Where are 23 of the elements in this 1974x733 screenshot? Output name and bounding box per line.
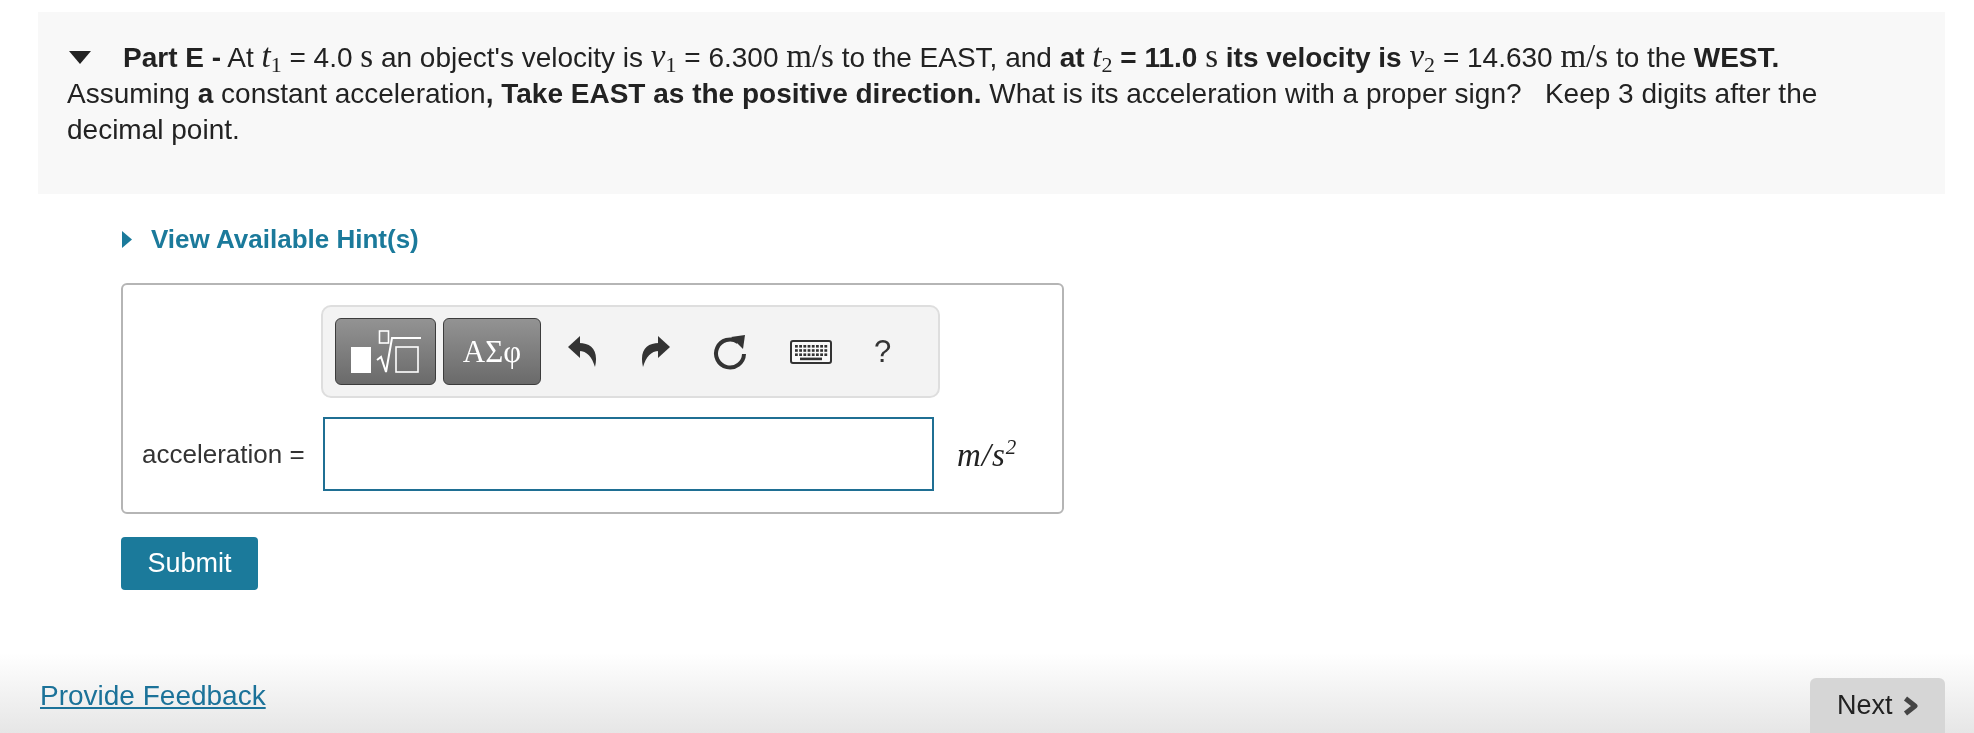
keyboard-button[interactable]	[790, 339, 832, 364]
hint-link[interactable]: View Available Hint(s)	[151, 224, 419, 254]
root-template-icon	[350, 329, 421, 374]
redo-button[interactable]	[640, 336, 670, 367]
unit-label: m/s$^{2}$	[957, 434, 1018, 474]
caret-icon[interactable]	[69, 51, 91, 65]
redo-icon	[640, 336, 670, 367]
submit-button[interactable]: Submit	[121, 537, 258, 590]
templates-button[interactable]	[335, 318, 436, 385]
chevron-right-icon	[1902, 695, 1918, 716]
answer-field[interactable]	[323, 417, 934, 491]
undo-icon	[568, 336, 598, 367]
symbols-button[interactable]: ΑΣφ	[443, 318, 541, 385]
triangle-icon[interactable]	[122, 230, 132, 248]
reset-button[interactable]	[712, 333, 748, 370]
answer-label: acceleration =	[142, 438, 306, 470]
circular-arrow-icon	[712, 333, 748, 370]
question-text: Part E - At t$_{1}$ = 4.0 s an object's velocity is v$_{1}$ = 6.300 m/s to the EAST, and at t$_{2}$ = 11.0 s its velocity is v$_{2}$ = 14.630 m/s to the WEST. Assuming a constant acceleration, Take EAST as the positive direction. What is its acceleration with a proper sign? Keep 3 digits after the decimal point.	[67, 40, 1819, 147]
help-button[interactable]: ?	[874, 334, 892, 369]
next-button[interactable]: Next	[1810, 678, 1945, 733]
feedback-link[interactable]: Provide Feedback	[40, 680, 266, 712]
keyboard-icon	[790, 339, 832, 364]
undo-button[interactable]	[568, 336, 598, 367]
